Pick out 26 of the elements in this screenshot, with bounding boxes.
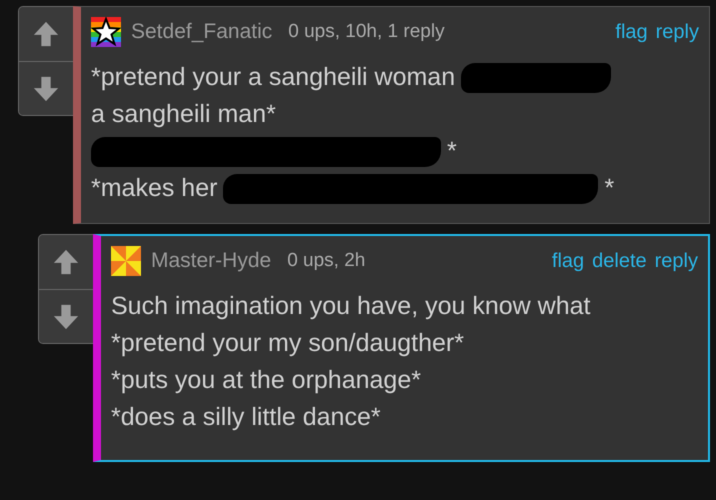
downvote-button[interactable] <box>39 289 93 343</box>
username[interactable]: Master-Hyde <box>151 249 272 273</box>
comment-text: *pretend your my son/daugther* <box>111 328 464 359</box>
comment-text: Such imagination you have, you know what <box>111 291 590 322</box>
action-link[interactable]: delete <box>592 250 647 272</box>
comment-text: a sangheili man* <box>91 99 276 130</box>
action-link[interactable]: flag <box>552 250 584 272</box>
comment-meta: 0 ups, 10h, 1 reply <box>288 21 445 43</box>
action-link[interactable]: reply <box>656 20 699 44</box>
down-arrow-icon <box>32 74 60 102</box>
comment-text: * <box>604 173 614 204</box>
action-link[interactable]: reply <box>654 250 698 272</box>
comment-text: * <box>447 136 457 167</box>
comment-meta: 0 ups, 2h <box>287 250 366 272</box>
down-arrow-icon <box>52 302 80 330</box>
username[interactable]: Setdef_Fanatic <box>131 20 272 44</box>
up-arrow-icon <box>32 20 60 48</box>
downvote-button[interactable] <box>19 61 73 115</box>
comment-text: *puts you at the orphanage* <box>111 365 421 396</box>
comment-text: *pretend your a sangheili woman <box>91 62 456 93</box>
pinwheel-avatar-icon <box>111 246 141 276</box>
comment-text: *makes her <box>91 173 218 204</box>
star-avatar-icon <box>91 17 121 47</box>
comment-text: *does a silly little dance* <box>111 402 381 433</box>
action-link[interactable]: flag <box>615 20 648 44</box>
up-arrow-icon <box>52 248 80 276</box>
